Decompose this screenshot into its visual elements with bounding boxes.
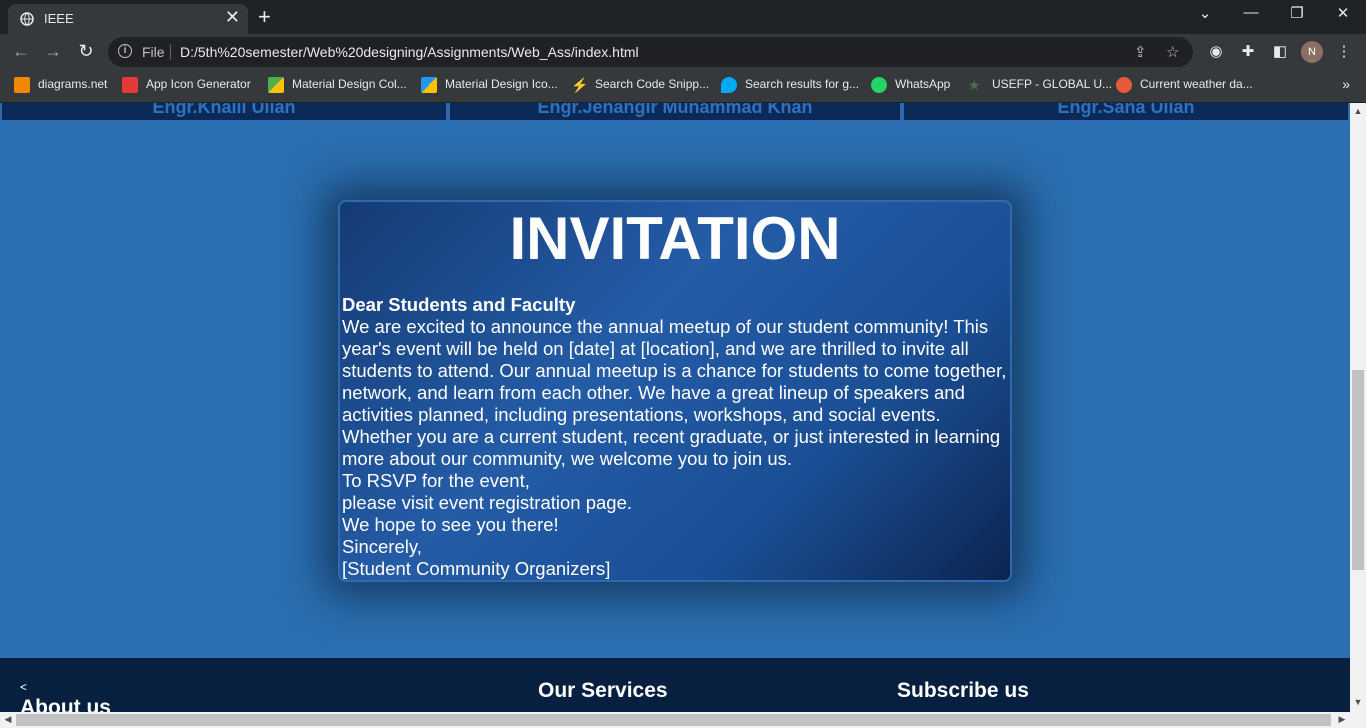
extension-g-icon[interactable]: ◉ xyxy=(1206,42,1226,60)
signoff-line: Sincerely, xyxy=(342,536,422,557)
scroll-down-icon[interactable]: ▼ xyxy=(1350,697,1366,707)
new-tab-button[interactable]: + xyxy=(258,4,271,30)
share-icon[interactable]: ⇪ xyxy=(1134,43,1147,61)
address-divider xyxy=(170,44,171,60)
back-icon[interactable]: ← xyxy=(10,41,32,62)
material-colors-icon xyxy=(268,77,284,93)
diagrams-icon xyxy=(14,77,30,93)
browser-toolbar: ← → ↻ i File D:/5th%20semester/Web%20des… xyxy=(0,34,1366,70)
bookmarks-bar: diagrams.net App Icon Generator Material… xyxy=(0,70,1366,103)
bookmark-item[interactable]: Current weather da... xyxy=(1116,77,1253,93)
page-content: Engr.Khalil Ullah Engr.Jehangir Muhammad… xyxy=(0,103,1350,712)
search-results-icon xyxy=(721,77,737,93)
bookmark-label: App Icon Generator xyxy=(146,77,251,92)
bookmark-item[interactable]: WhatsApp xyxy=(871,77,950,93)
scheme-label: File xyxy=(142,44,165,60)
signature-line: [Student Community Organizers] xyxy=(342,558,611,579)
registration-line: please visit event registration page. xyxy=(342,492,633,513)
bookmark-label: diagrams.net xyxy=(38,77,108,92)
scroll-up-icon[interactable]: ▲ xyxy=(1350,106,1366,116)
title-bar: IEEE ✕ + ⌄ — ❐ ✕ xyxy=(0,0,1366,34)
forward-icon[interactable]: → xyxy=(42,41,64,62)
scroll-right-icon[interactable]: ▶ xyxy=(1334,714,1350,725)
team-member-card: Engr.Khalil Ullah xyxy=(0,103,448,122)
whatsapp-icon xyxy=(871,77,887,93)
invitation-paragraph: We are excited to announce the annual me… xyxy=(342,316,1007,469)
bookmark-label: Material Design Ico... xyxy=(445,77,558,92)
vertical-scrollbar[interactable]: ▲ ▼ xyxy=(1350,103,1366,712)
material-icons-icon xyxy=(421,77,437,93)
address-bar[interactable]: i File D:/5th%20semester/Web%20designing… xyxy=(108,37,1193,67)
bookmark-label: Current weather da... xyxy=(1140,77,1253,92)
extensions-puzzle-icon[interactable]: ✚ xyxy=(1238,42,1258,60)
bookmark-item[interactable]: Search results for g... xyxy=(721,77,859,93)
footer-subscribe-heading: Subscribe us xyxy=(897,679,1029,702)
url-text[interactable]: D:/5th%20semester/Web%20designing/Assign… xyxy=(180,44,639,60)
bookmark-item[interactable]: ★ USEFP - GLOBAL U... xyxy=(968,77,1112,93)
usefp-icon: ★ xyxy=(968,77,981,93)
footer: < About us Our Services Subscribe us xyxy=(0,658,1350,712)
footer-about-heading: About us xyxy=(20,696,111,712)
bookmark-item[interactable]: Material Design Ico... xyxy=(421,77,558,93)
bookmark-item[interactable]: diagrams.net xyxy=(14,77,107,93)
bookmark-label: USEFP - GLOBAL U... xyxy=(992,77,1113,92)
invitation-body: Dear Students and Faculty We are excited… xyxy=(342,294,1010,580)
invitation-title: INVITATION xyxy=(509,205,841,272)
bookmark-item[interactable]: App Icon Generator xyxy=(122,77,251,93)
globe-icon xyxy=(20,12,34,26)
closing-line: We hope to see you there! xyxy=(342,514,559,535)
tab-title: IEEE xyxy=(44,11,74,26)
reload-icon[interactable]: ↻ xyxy=(75,41,97,62)
bookmark-label: Material Design Col... xyxy=(292,77,407,92)
bookmark-star-icon[interactable]: ☆ xyxy=(1166,43,1179,61)
restore-button[interactable]: ❐ xyxy=(1282,4,1312,22)
footer-services-heading: Our Services xyxy=(538,679,668,702)
tab-search-icon[interactable]: ⌄ xyxy=(1190,4,1220,22)
rsvp-line: To RSVP for the event, xyxy=(342,470,530,491)
bookmark-label: Search Code Snipp... xyxy=(595,77,710,92)
team-member-name: Engr.Khalil Ullah xyxy=(152,103,296,117)
horizontal-scrollbar[interactable]: ◀ ▶ xyxy=(0,712,1366,728)
scroll-left-icon[interactable]: ◀ xyxy=(0,714,16,725)
minimize-button[interactable]: — xyxy=(1236,4,1266,21)
code-snippet-icon: ⚡ xyxy=(571,77,589,93)
team-member-card: Engr.Sana Ullah xyxy=(902,103,1350,122)
browser-tab[interactable]: IEEE ✕ xyxy=(8,4,248,34)
more-bookmarks-icon[interactable]: » xyxy=(1342,76,1350,92)
footer-arrow-icon[interactable]: < xyxy=(20,680,27,694)
app-icon-generator-icon xyxy=(122,77,138,93)
team-member-card: Engr.Jehangir Muhammad Khan xyxy=(448,103,902,122)
bookmark-label: WhatsApp xyxy=(895,77,951,92)
bookmark-item[interactable]: Material Design Col... xyxy=(268,77,407,93)
bookmark-item[interactable]: ⚡ Search Code Snipp... xyxy=(571,77,709,93)
bookmark-label: Search results for g... xyxy=(745,77,860,92)
horizontal-scroll-thumb[interactable] xyxy=(16,714,1331,726)
menu-kebab-icon[interactable]: ⋮ xyxy=(1334,42,1354,60)
team-strip: Engr.Khalil Ullah Engr.Jehangir Muhammad… xyxy=(0,103,1350,122)
team-member-name: Engr.Sana Ullah xyxy=(1057,103,1195,117)
site-info-icon[interactable]: i xyxy=(118,44,132,58)
weather-icon xyxy=(1116,77,1132,93)
close-tab-icon[interactable]: ✕ xyxy=(225,7,240,28)
invitation-greeting: Dear Students and Faculty xyxy=(342,294,576,315)
invitation-card: INVITATION Dear Students and Faculty We … xyxy=(338,200,1012,582)
close-window-button[interactable]: ✕ xyxy=(1328,4,1358,22)
side-panel-icon[interactable]: ◧ xyxy=(1270,42,1290,60)
team-member-name: Engr.Jehangir Muhammad Khan xyxy=(537,103,813,117)
profile-avatar[interactable]: N xyxy=(1301,41,1323,63)
vertical-scroll-thumb[interactable] xyxy=(1352,370,1364,570)
